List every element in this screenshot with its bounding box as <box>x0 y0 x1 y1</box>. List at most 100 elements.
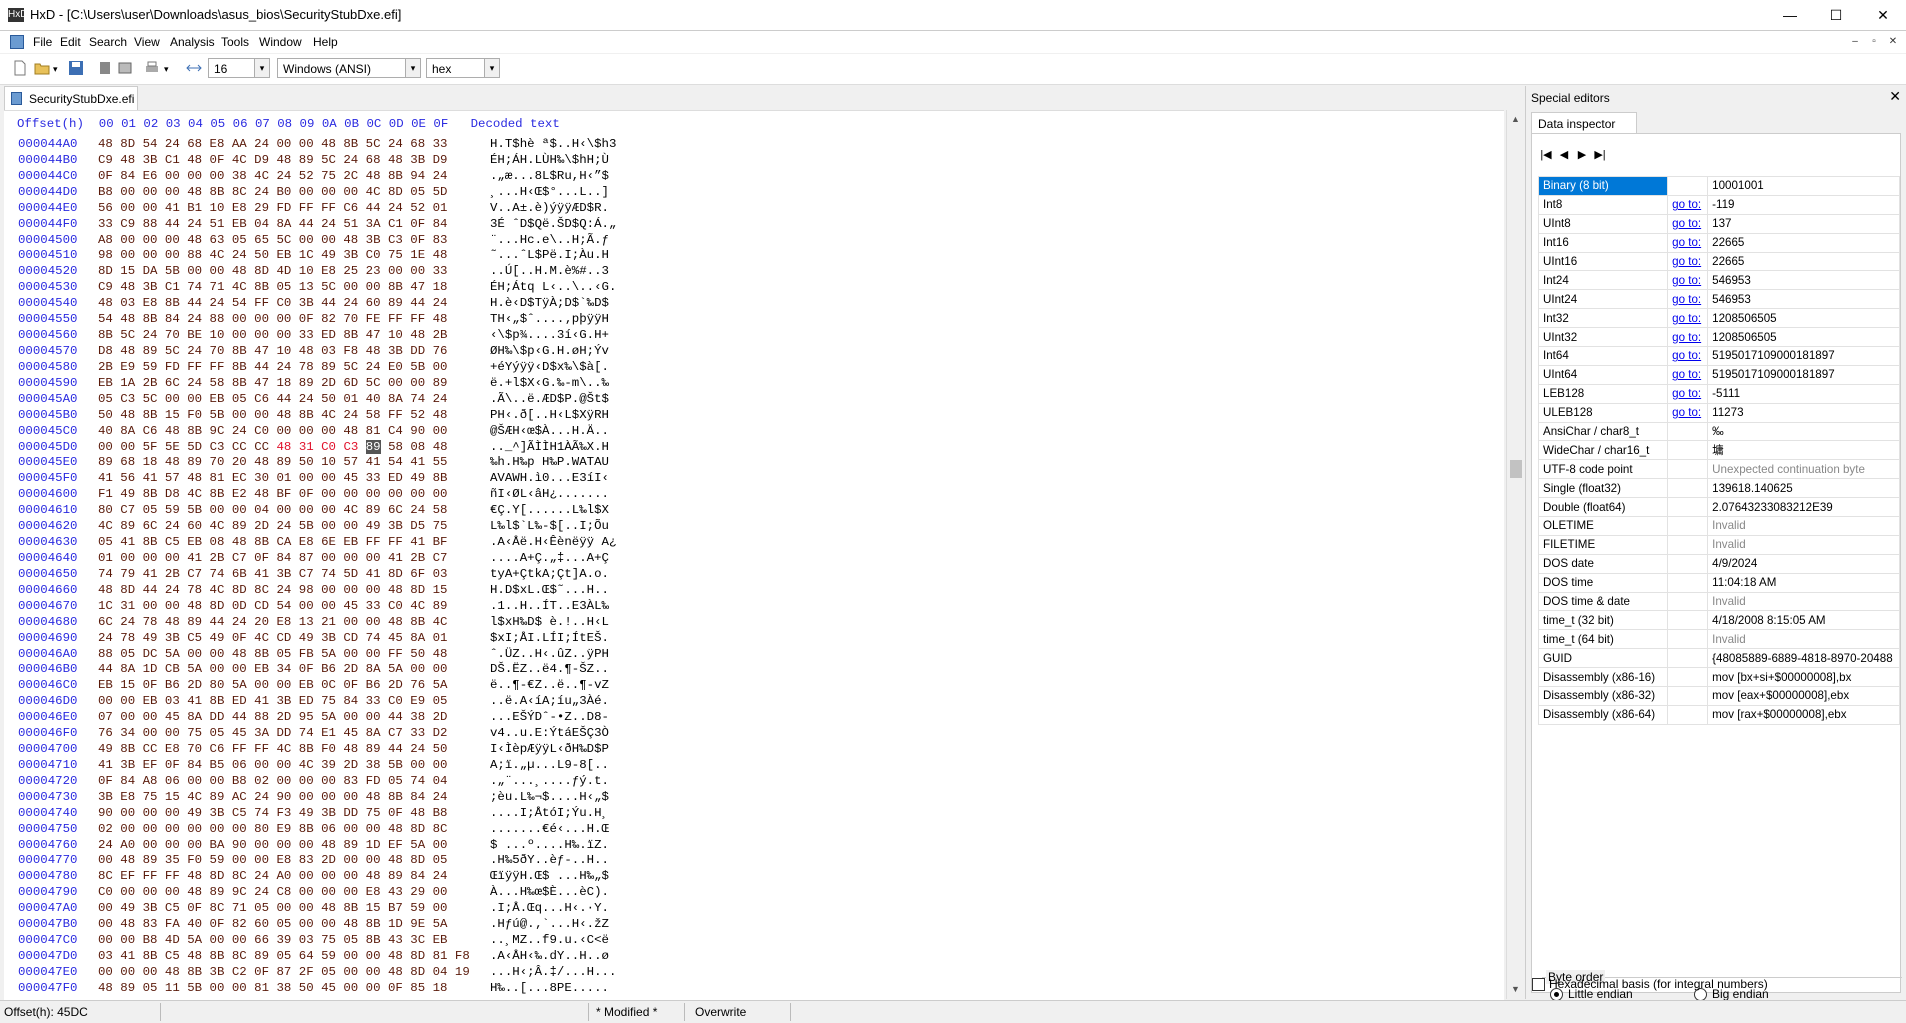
inspector-row[interactable]: Disassembly (x86-32) mov [eax+$00000008],… <box>1537 686 1900 706</box>
last-icon[interactable]: ▶| <box>1592 148 1608 162</box>
row-bytes[interactable]: 8C EF FF FF 48 8D 8C 24 A0 00 00 00 48 8… <box>98 869 447 883</box>
inspector-row[interactable]: DOS date 4/9/2024 <box>1537 553 1900 574</box>
status-mode[interactable]: Overwrite <box>695 1005 746 1019</box>
row-bytes[interactable]: 24 A0 00 00 00 BA 90 00 00 00 48 89 1D E… <box>98 838 447 852</box>
row-bytes[interactable]: 05 41 8B C5 EB 08 48 8B CA E8 6E EB FF F… <box>98 535 447 549</box>
inspector-row[interactable]: time_t (32 bit) 4/18/2008 8:15:05 AM <box>1537 610 1900 631</box>
inspector-value[interactable]: 546953 <box>1707 289 1900 310</box>
row-decoded-text[interactable]: ..¸MZ..f9.u.‹C<ë <box>490 933 609 947</box>
row-bytes[interactable]: 44 8A 1D CB 5A 00 00 EB 34 0F B6 2D 8A 5… <box>98 662 447 676</box>
hex-byte[interactable]: C3 <box>210 440 232 454</box>
hex-byte[interactable]: C0 <box>321 440 343 454</box>
row-decoded-text[interactable]: H.T$hè ª$..H‹\$h3 <box>490 137 616 151</box>
open-dropdown-icon[interactable]: ▾ <box>53 64 58 75</box>
inspector-row[interactable]: ULEB128 go to: 11273 <box>1537 402 1900 423</box>
menu-help[interactable]: Help <box>313 35 338 49</box>
offset-base-select[interactable]: hex ▾ <box>426 58 500 78</box>
goto-link[interactable]: go to: <box>1667 232 1709 253</box>
row-bytes[interactable]: 00 00 00 48 8B 3B C2 0F 87 2F 05 00 00 4… <box>98 965 470 979</box>
row-decoded-text[interactable]: l$xH‰D$ è.!..H‹L <box>490 615 609 629</box>
row-bytes[interactable]: 90 00 00 00 49 3B C5 74 F3 49 3B DD 75 0… <box>98 806 447 820</box>
row-bytes[interactable]: 98 00 00 00 88 4C 24 50 EB 1C 49 3B C0 7… <box>98 248 447 262</box>
row-bytes[interactable]: 6C 24 78 48 89 44 24 20 E8 13 21 00 00 4… <box>98 615 447 629</box>
row-decoded-text[interactable]: ‰h.H‰p H‰P.WATAU <box>490 455 609 469</box>
row-bytes[interactable]: 50 48 8B 15 F0 5B 00 00 48 8B 4C 24 58 F… <box>98 408 447 422</box>
row-decoded-text[interactable]: ñI‹ØL‹âH¿....... <box>490 487 609 501</box>
tab-data-inspector[interactable]: Data inspector <box>1531 112 1637 134</box>
properties-icon[interactable] <box>117 60 133 76</box>
row-decoded-text[interactable]: ÉH;ÁH.LÙH‰\$hH;Ù <box>490 153 609 167</box>
inspector-row[interactable]: OLETIME Invalid <box>1537 516 1900 536</box>
inspector-row[interactable]: AnsiChar / char8_t ‰ <box>1537 421 1900 442</box>
scroll-up-icon[interactable]: ▲ <box>1511 114 1520 124</box>
row-bytes[interactable]: D8 48 89 5C 24 70 8B 47 10 48 03 F8 48 3… <box>98 344 447 358</box>
inspector-value[interactable]: mov [rax+$00000008],ebx <box>1707 704 1900 725</box>
row-bytes[interactable]: 00 49 3B C5 0F 8C 71 05 00 00 48 8B 15 B… <box>98 901 447 915</box>
goto-link[interactable]: go to: <box>1667 213 1709 234</box>
row-decoded-text[interactable]: 3É ˆD$Që.ŠD$Q:Á.„ <box>490 217 616 231</box>
inspector-value[interactable]: 546953 <box>1707 270 1900 291</box>
inspector-value[interactable]: 2.07643233083212E39 <box>1707 497 1900 518</box>
hex-basis-checkbox[interactable] <box>1532 978 1545 991</box>
row-decoded-text[interactable]: ë..¶-€Z..ë..¶-vZ <box>490 678 609 692</box>
inspector-value[interactable]: 11:04:18 AM <box>1707 572 1900 593</box>
row-bytes[interactable]: 01 00 00 00 41 2B C7 0F 84 87 00 00 00 4… <box>98 551 447 565</box>
menu-file[interactable]: File <box>33 35 52 49</box>
menu-analysis[interactable]: Analysis <box>170 35 215 49</box>
row-decoded-text[interactable]: A;ï.„µ...L9-8[.. <box>490 758 609 772</box>
row-decoded-text[interactable]: @ŠÆH‹œ$À...H.Ä.. <box>490 424 609 438</box>
row-bytes[interactable]: 48 8D 44 24 78 4C 8D 8C 24 98 00 00 00 4… <box>98 583 447 597</box>
row-bytes[interactable]: B8 00 00 00 48 8B 8C 24 B0 00 00 00 4C 8… <box>98 185 447 199</box>
tab-securitystubdxe[interactable]: SecurityStubDxe.efi <box>4 86 138 110</box>
row-bytes[interactable]: 89 68 18 48 89 70 20 48 89 50 10 57 41 5… <box>98 455 447 469</box>
row-bytes[interactable]: 48 03 E8 8B 44 24 54 FF C0 3B 44 24 60 8… <box>98 296 447 310</box>
row-decoded-text[interactable]: .A‹ÅH‹‰.dY..H..ø <box>490 949 609 963</box>
row-decoded-text[interactable]: ...H‹;Â.‡/...H... <box>490 965 616 979</box>
row-bytes[interactable]: 33 C9 88 44 24 51 EB 04 8A 44 24 51 3A C… <box>98 217 447 231</box>
row-bytes[interactable]: 03 41 8B C5 48 8B 8C 89 05 64 59 00 00 4… <box>98 949 470 963</box>
inspector-row[interactable]: Int32 go to: 1208506505 <box>1537 308 1900 329</box>
goto-link[interactable]: go to: <box>1667 270 1709 291</box>
inspector-value[interactable]: Invalid <box>1707 629 1900 650</box>
row-bytes[interactable]: 00 48 83 FA 40 0F 82 60 05 00 00 48 8B 1… <box>98 917 447 931</box>
inspector-value[interactable]: 1208506505 <box>1707 327 1900 348</box>
hex-editor[interactable]: Offset(h) 00 01 02 03 04 05 06 07 08 09 … <box>4 110 1504 1000</box>
new-file-icon[interactable] <box>12 60 28 76</box>
inspector-row[interactable]: UInt8 go to: 137 <box>1537 213 1900 234</box>
inspector-value[interactable]: Invalid <box>1707 516 1900 536</box>
row-decoded-text[interactable]: v4..u.E:ÝtáEŠÇ3Ò <box>490 726 609 740</box>
row-bytes[interactable]: 00 00 5F 5E 5D C3 CC CC 48 31 C0 C3 89 5… <box>98 439 448 454</box>
row-bytes[interactable]: 0F 84 A8 06 00 00 B8 02 00 00 00 83 FD 0… <box>98 774 447 788</box>
row-bytes[interactable]: 41 56 41 57 48 81 EC 30 01 00 00 45 33 E… <box>98 471 447 485</box>
hex-byte[interactable]: 00 <box>98 440 120 454</box>
inspector-row[interactable]: Disassembly (x86-16) mov [bx+si+$00000008… <box>1537 667 1900 688</box>
scroll-thumb[interactable] <box>1510 460 1522 478</box>
row-decoded-text[interactable]: $xI;ÅI.LÍI;ÍtEŠ. <box>490 631 609 645</box>
inspector-row[interactable]: UInt24 go to: 546953 <box>1537 289 1900 310</box>
row-decoded-text[interactable]: .._^]ÃÌÌH1ÀÃ‰X.H <box>490 440 609 454</box>
row-bytes[interactable]: 0F 84 E6 00 00 00 38 4C 24 52 75 2C 48 8… <box>98 169 447 183</box>
menu-edit[interactable]: Edit <box>60 35 81 49</box>
row-decoded-text[interactable]: ....A+Ç.„‡...A+Ç <box>490 551 609 565</box>
mdi-restore-button[interactable]: ▫ <box>1867 36 1881 48</box>
inspector-row[interactable]: DOS time & date Invalid <box>1537 591 1900 612</box>
row-decoded-text[interactable]: TH‹„$ˆ....‚pþÿÿH <box>490 312 609 326</box>
inspector-value[interactable]: 10001001 <box>1707 176 1900 196</box>
row-decoded-text[interactable]: I‹ÌèpÆÿÿL‹ðH‰D$P <box>490 742 609 756</box>
row-decoded-text[interactable]: .1..H..ÍT..E3ÀL‰ <box>490 599 609 613</box>
inspector-value[interactable]: ‰ <box>1707 421 1900 442</box>
row-decoded-text[interactable]: .„¨...¸....ƒý.t. <box>490 774 609 788</box>
menu-tools[interactable]: Tools <box>221 35 249 49</box>
row-bytes[interactable]: A8 00 00 00 48 63 05 65 5C 00 00 48 3B C… <box>98 233 447 247</box>
print-icon[interactable] <box>144 60 160 76</box>
maximize-button[interactable]: ☐ <box>1813 0 1859 30</box>
row-bytes[interactable]: 74 79 41 2B C7 74 6B 41 3B C7 74 5D 41 8… <box>98 567 447 581</box>
inspector-row[interactable]: Int24 go to: 546953 <box>1537 270 1900 291</box>
hex-byte[interactable]: 58 <box>388 440 410 454</box>
previous-icon[interactable]: ◀ <box>1556 148 1572 162</box>
row-bytes[interactable]: 00 00 EB 03 41 8B ED 41 3B ED 75 84 33 C… <box>98 694 447 708</box>
inspector-value[interactable]: 5195017109000181897 <box>1707 346 1900 366</box>
row-decoded-text[interactable]: PH‹.ð[..H‹L$XÿRH <box>490 408 609 422</box>
open-folder-icon[interactable] <box>34 60 50 76</box>
inspector-row[interactable]: DOS time 11:04:18 AM <box>1537 572 1900 593</box>
